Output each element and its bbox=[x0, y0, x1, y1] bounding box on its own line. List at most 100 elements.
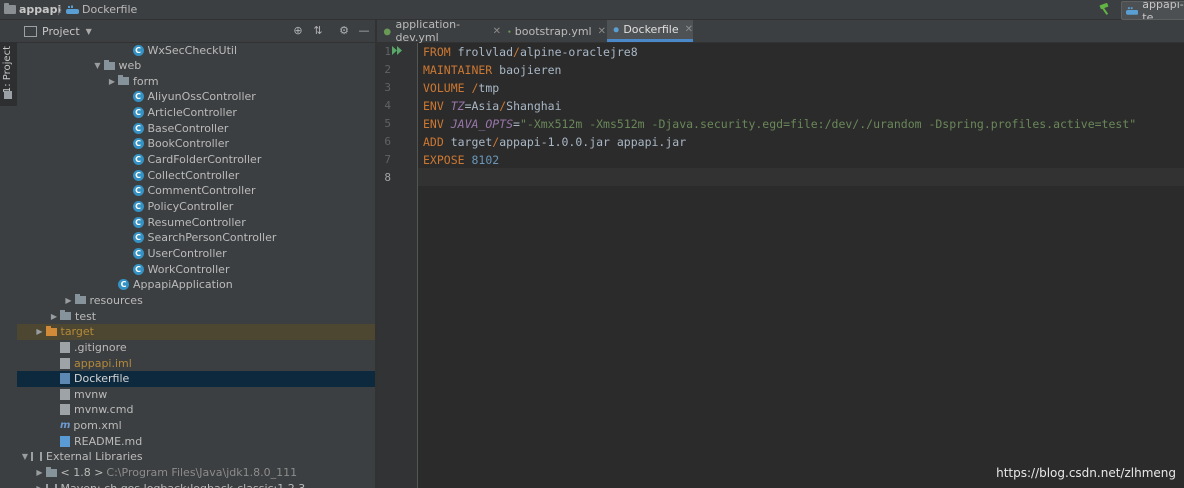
tree-item[interactable]: C PolicyController bbox=[17, 199, 375, 215]
editor-tab-label: bootstrap.yml bbox=[514, 24, 592, 38]
tree-item-label: < 1.8 > bbox=[60, 466, 104, 480]
tree-item-label: pom.xml bbox=[73, 419, 122, 433]
code-line[interactable]: ENV JAVA_OPTS="-Xmx512m -Xms512m -Djava.… bbox=[423, 115, 1136, 133]
folder-icon bbox=[4, 3, 16, 14]
code-editor[interactable]: FROM frolvlad/alpine-oraclejre8 MAINTAINE… bbox=[418, 43, 1184, 488]
breadcrumb-project-label: appapi bbox=[19, 3, 62, 16]
tree-item[interactable]: C CollectController bbox=[17, 167, 375, 183]
breadcrumb-project[interactable]: appapi bbox=[4, 2, 61, 17]
expanded-arrow-icon[interactable]: ▼ bbox=[92, 61, 104, 70]
md-icon bbox=[60, 435, 70, 447]
collapsed-arrow-icon[interactable]: ▶ bbox=[34, 468, 46, 477]
tree-item[interactable]: ▼ web bbox=[17, 58, 375, 74]
close-icon[interactable]: ✕ bbox=[493, 26, 501, 37]
project-tool-tab[interactable]: 1: Project bbox=[0, 42, 17, 106]
tree-item-label: mvnw.cmd bbox=[74, 403, 134, 417]
tree-item[interactable]: .gitignore bbox=[17, 339, 375, 355]
editor-tab[interactable]: bootstrap.yml ✕ bbox=[502, 20, 606, 42]
tree-item[interactable]: ▶ target bbox=[17, 323, 375, 340]
tree-item[interactable]: C AliyunOssController bbox=[17, 89, 375, 105]
tree-item[interactable]: C BookController bbox=[17, 136, 375, 152]
collapsed-arrow-icon[interactable]: ▶ bbox=[106, 77, 118, 86]
tree-item[interactable]: mvnw.cmd bbox=[17, 402, 375, 418]
tree-item-label: test bbox=[75, 309, 97, 323]
yml-icon bbox=[383, 28, 391, 35]
tree-item[interactable]: C BaseController bbox=[17, 120, 375, 136]
code-token: tmp bbox=[478, 81, 500, 95]
code-token: MAINTAINER bbox=[423, 63, 493, 77]
build-hammer-icon[interactable] bbox=[1098, 3, 1112, 15]
collapsed-arrow-icon[interactable]: ▶ bbox=[34, 484, 46, 488]
tree-item-label: UserController bbox=[147, 246, 227, 260]
tree-item[interactable]: ▶ form bbox=[17, 73, 375, 89]
code-token: "-Xmx512m -Xms512m -Djava.security.egd=f… bbox=[519, 117, 1137, 131]
file-icon bbox=[60, 357, 70, 369]
tree-item-label: AliyunOssController bbox=[147, 90, 256, 104]
tree-item-label: WxSecCheckUtil bbox=[147, 43, 238, 57]
run-gutter-icon[interactable] bbox=[392, 46, 404, 55]
tree-item[interactable]: ▶ resources bbox=[17, 292, 375, 308]
tree-item[interactable]: C CardFolderController bbox=[17, 152, 375, 168]
tree-item-label: AppapiApplication bbox=[133, 278, 233, 292]
hide-panel-icon[interactable]: — bbox=[358, 25, 370, 37]
tree-item[interactable]: C ArticleController bbox=[17, 105, 375, 121]
yml-icon bbox=[508, 30, 511, 33]
code-token: JAVA_OPTS bbox=[450, 117, 514, 131]
tree-item[interactable]: C ResumeController bbox=[17, 214, 375, 230]
code-line[interactable]: FROM frolvlad/alpine-oraclejre8 bbox=[423, 43, 638, 61]
collapsed-arrow-icon[interactable]: ▶ bbox=[63, 296, 75, 305]
tree-item[interactable]: C WorkController bbox=[17, 261, 375, 277]
tree-item-label: Maven: ch.qos.logback:logback-classic:1.… bbox=[61, 482, 306, 488]
locate-target-icon[interactable]: ⊕ bbox=[292, 25, 304, 37]
editor-tab[interactable]: Dockerfile ✕ bbox=[607, 20, 693, 42]
tree-item[interactable]: README.md bbox=[17, 433, 375, 449]
run-configuration-label: appapi-te bbox=[1142, 1, 1184, 20]
tree-item-label: target bbox=[60, 325, 94, 339]
chevron-down-icon[interactable]: ▼ bbox=[86, 27, 92, 36]
code-line[interactable]: ENV TZ=Asia/Shanghai bbox=[423, 97, 562, 115]
gear-icon[interactable]: ⚙ bbox=[338, 25, 350, 37]
tree-item[interactable]: C SearchPersonController bbox=[17, 230, 375, 246]
editor-tab[interactable]: application-dev.yml ✕ bbox=[377, 18, 501, 44]
tree-item[interactable]: mvnw bbox=[17, 386, 375, 402]
code-token: alpine-oraclejre8 bbox=[519, 45, 638, 59]
code-token: = bbox=[513, 117, 520, 131]
tree-item[interactable]: ▶ Maven: ch.qos.logback:logback-classic:1… bbox=[17, 480, 375, 488]
class-icon: C bbox=[132, 107, 144, 119]
tree-item[interactable]: C AppapiApplication bbox=[17, 277, 375, 293]
code-token: TZ bbox=[450, 99, 465, 113]
code-line[interactable]: EXPOSE 8102 bbox=[423, 151, 499, 169]
collapsed-arrow-icon[interactable]: ▶ bbox=[48, 312, 60, 321]
folder-icon bbox=[118, 75, 129, 86]
file-icon bbox=[60, 388, 70, 400]
tree-item[interactable]: appapi.iml bbox=[17, 355, 375, 371]
code-line[interactable]: ADD target/appapi-1.0.0.jar appapi.jar bbox=[423, 133, 686, 151]
tree-item[interactable]: Dockerfile bbox=[17, 370, 375, 387]
tree-item-label: BookController bbox=[147, 137, 230, 151]
project-view-selector[interactable]: Project bbox=[42, 25, 80, 38]
tree-item[interactable]: ▶ < 1.8 > C:\Program Files\Java\jdk1.8.0_1… bbox=[17, 465, 375, 481]
tree-item[interactable]: C CommentController bbox=[17, 183, 375, 199]
docker-icon bbox=[60, 373, 70, 385]
close-icon[interactable]: ✕ bbox=[685, 24, 693, 35]
code-token: baojieren bbox=[492, 63, 562, 77]
code-token: VOLUME bbox=[423, 81, 465, 95]
tree-item[interactable]: C WxSecCheckUtil bbox=[17, 42, 375, 58]
collapse-all-icon[interactable]: ⇅ bbox=[312, 25, 324, 37]
breadcrumb-file[interactable]: Dockerfile bbox=[66, 2, 137, 17]
close-icon[interactable]: ✕ bbox=[598, 26, 606, 37]
run-configuration-selector[interactable]: appapi-te bbox=[1121, 1, 1184, 20]
line-number: 2 bbox=[384, 63, 391, 76]
tree-item-label: CardFolderController bbox=[147, 153, 262, 167]
line-number: 3 bbox=[384, 81, 391, 94]
collapsed-arrow-icon[interactable]: ▶ bbox=[34, 327, 46, 336]
tree-item[interactable]: C UserController bbox=[17, 245, 375, 261]
tree-item[interactable]: m pom.xml bbox=[17, 418, 375, 434]
expanded-arrow-icon[interactable]: ▼ bbox=[19, 452, 31, 461]
tree-item[interactable]: ▶ test bbox=[17, 308, 375, 324]
tree-item-label: mvnw bbox=[74, 387, 108, 401]
code-line[interactable]: VOLUME /tmp bbox=[423, 79, 499, 97]
tree-item[interactable]: ▼ External Libraries bbox=[17, 449, 375, 465]
code-line[interactable]: MAINTAINER baojieren bbox=[423, 61, 562, 79]
